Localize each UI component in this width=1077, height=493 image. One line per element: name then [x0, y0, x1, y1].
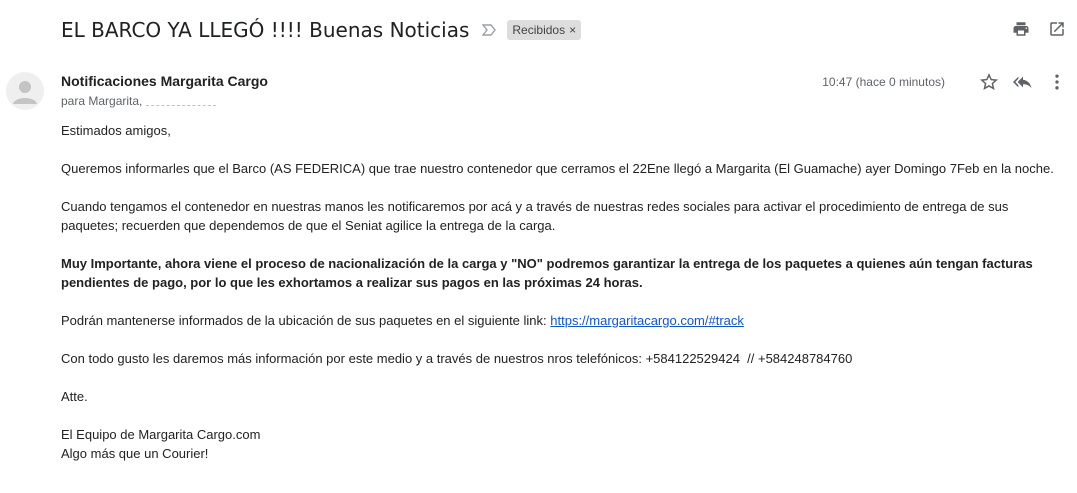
more-vert-icon[interactable]: [1047, 72, 1067, 92]
open-in-new-window-icon[interactable]: [1047, 19, 1067, 39]
paragraph-notification: Cuando tengamos el contenedor en nuestra…: [61, 199, 1009, 233]
redacted-recipients: [146, 97, 217, 106]
person-icon: [13, 81, 37, 104]
top-actions: [1011, 19, 1067, 39]
importance-marker-icon[interactable]: [481, 22, 497, 38]
signature-line-1: El Equipo de Margarita Cargo.com: [61, 427, 261, 442]
label-chip-recibidos[interactable]: Recibidos ×: [507, 20, 582, 40]
paragraph-arrival: Queremos informarles que el Barco (AS FE…: [61, 161, 1054, 176]
timestamp: 10:47 (hace 0 minutos): [822, 75, 945, 89]
print-icon[interactable]: [1011, 19, 1031, 39]
closing: Atte.: [61, 389, 88, 404]
chevron-down-icon[interactable]: [218, 96, 228, 106]
paragraph-tracking: Podrán mantenerse informados de la ubica…: [61, 311, 1057, 330]
email-body: Estimados amigos, Queremos informarles q…: [61, 121, 1057, 463]
paragraph-important: Muy Importante, ahora viene el proceso d…: [61, 256, 1033, 290]
sender-name[interactable]: Notificaciones Margarita Cargo: [61, 73, 268, 89]
star-icon[interactable]: [979, 72, 999, 92]
sender-avatar: [6, 72, 44, 110]
greeting: Estimados amigos,: [61, 123, 171, 138]
signature-line-2: Algo más que un Courier!: [61, 446, 209, 461]
paragraph-contact: Con todo gusto les daremos más informaci…: [61, 351, 853, 366]
reply-all-icon[interactable]: [1013, 72, 1033, 92]
remove-label-icon[interactable]: ×: [569, 23, 576, 37]
tracking-link[interactable]: https://margaritacargo.com/#track: [550, 313, 744, 328]
email-subject: EL BARCO YA LLEGÓ !!!! Buenas Noticias: [61, 18, 470, 42]
message-meta: 10:47 (hace 0 minutos): [822, 72, 1067, 92]
tracking-text: Podrán mantenerse informados de la ubica…: [61, 313, 551, 328]
recipient-line: para Margarita,: [61, 94, 228, 108]
subject-row: EL BARCO YA LLEGÓ !!!! Buenas Noticias R…: [61, 14, 1077, 46]
label-chip-text: Recibidos: [512, 23, 566, 37]
recipient-text: para Margarita,: [61, 94, 143, 108]
